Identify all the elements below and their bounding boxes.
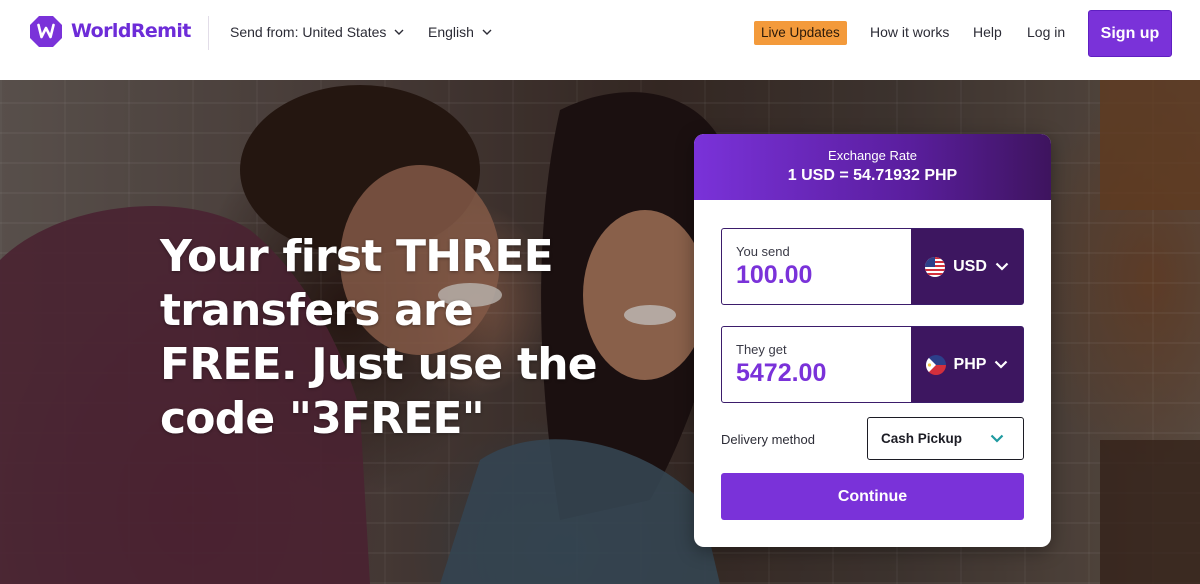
header-divider bbox=[208, 16, 209, 50]
transfer-calculator: Exchange Rate 1 USD = 54.71932 PHP You s… bbox=[694, 134, 1051, 547]
us-flag-icon bbox=[925, 256, 946, 277]
language-label: English bbox=[428, 24, 474, 40]
send-from-label: Send from: United States bbox=[230, 24, 387, 40]
receive-amount-label: They get bbox=[736, 342, 787, 357]
login-link[interactable]: Log in bbox=[1027, 24, 1065, 40]
help-link[interactable]: Help bbox=[973, 24, 1002, 40]
send-amount-input[interactable]: You send 100.00 bbox=[722, 229, 911, 304]
send-amount-box: You send 100.00 USD bbox=[721, 228, 1024, 305]
signup-button[interactable]: Sign up bbox=[1088, 10, 1172, 57]
send-currency-code: USD bbox=[953, 257, 987, 275]
continue-button[interactable]: Continue bbox=[721, 473, 1024, 520]
worldremit-logo[interactable]: WorldRemit bbox=[28, 13, 191, 49]
exchange-rate-value: 1 USD = 54.71932 PHP bbox=[787, 167, 958, 184]
chevron-down-icon bbox=[394, 29, 404, 35]
hero-headline: Your first THREE transfers are FREE. Jus… bbox=[160, 231, 598, 444]
language-dropdown[interactable]: English bbox=[428, 24, 492, 40]
exchange-rate-title: Exchange Rate bbox=[828, 148, 917, 163]
worldremit-logo-icon bbox=[30, 16, 62, 47]
chevron-down-icon bbox=[995, 262, 1009, 271]
ph-flag-icon bbox=[925, 354, 946, 375]
receive-amount-value: 5472.00 bbox=[736, 359, 827, 387]
chevron-down-icon bbox=[990, 434, 1004, 443]
send-amount-label: You send bbox=[736, 244, 790, 259]
chevron-down-icon bbox=[482, 29, 492, 35]
receive-amount-box: They get 5472.00 PHP bbox=[721, 326, 1024, 403]
brand-name: WorldRemit bbox=[71, 20, 191, 42]
exchange-rate-header: Exchange Rate 1 USD = 54.71932 PHP bbox=[694, 134, 1051, 200]
receive-currency-code: PHP bbox=[953, 355, 987, 373]
send-from-dropdown[interactable]: Send from: United States bbox=[230, 24, 404, 40]
receive-currency-selector[interactable]: PHP bbox=[911, 327, 1023, 402]
how-it-works-link[interactable]: How it works bbox=[870, 24, 949, 40]
receive-amount-input[interactable]: They get 5472.00 bbox=[722, 327, 911, 402]
live-updates-badge[interactable]: Live Updates bbox=[754, 21, 847, 45]
delivery-method-select[interactable]: Cash Pickup bbox=[867, 417, 1024, 460]
top-navigation-bar: WorldRemit Send from: United States Engl… bbox=[0, 0, 1200, 80]
send-currency-selector[interactable]: USD bbox=[911, 229, 1023, 304]
delivery-method-value: Cash Pickup bbox=[881, 431, 963, 446]
delivery-method-label: Delivery method bbox=[721, 432, 815, 447]
chevron-down-icon bbox=[995, 360, 1008, 369]
send-amount-value: 100.00 bbox=[736, 261, 813, 289]
